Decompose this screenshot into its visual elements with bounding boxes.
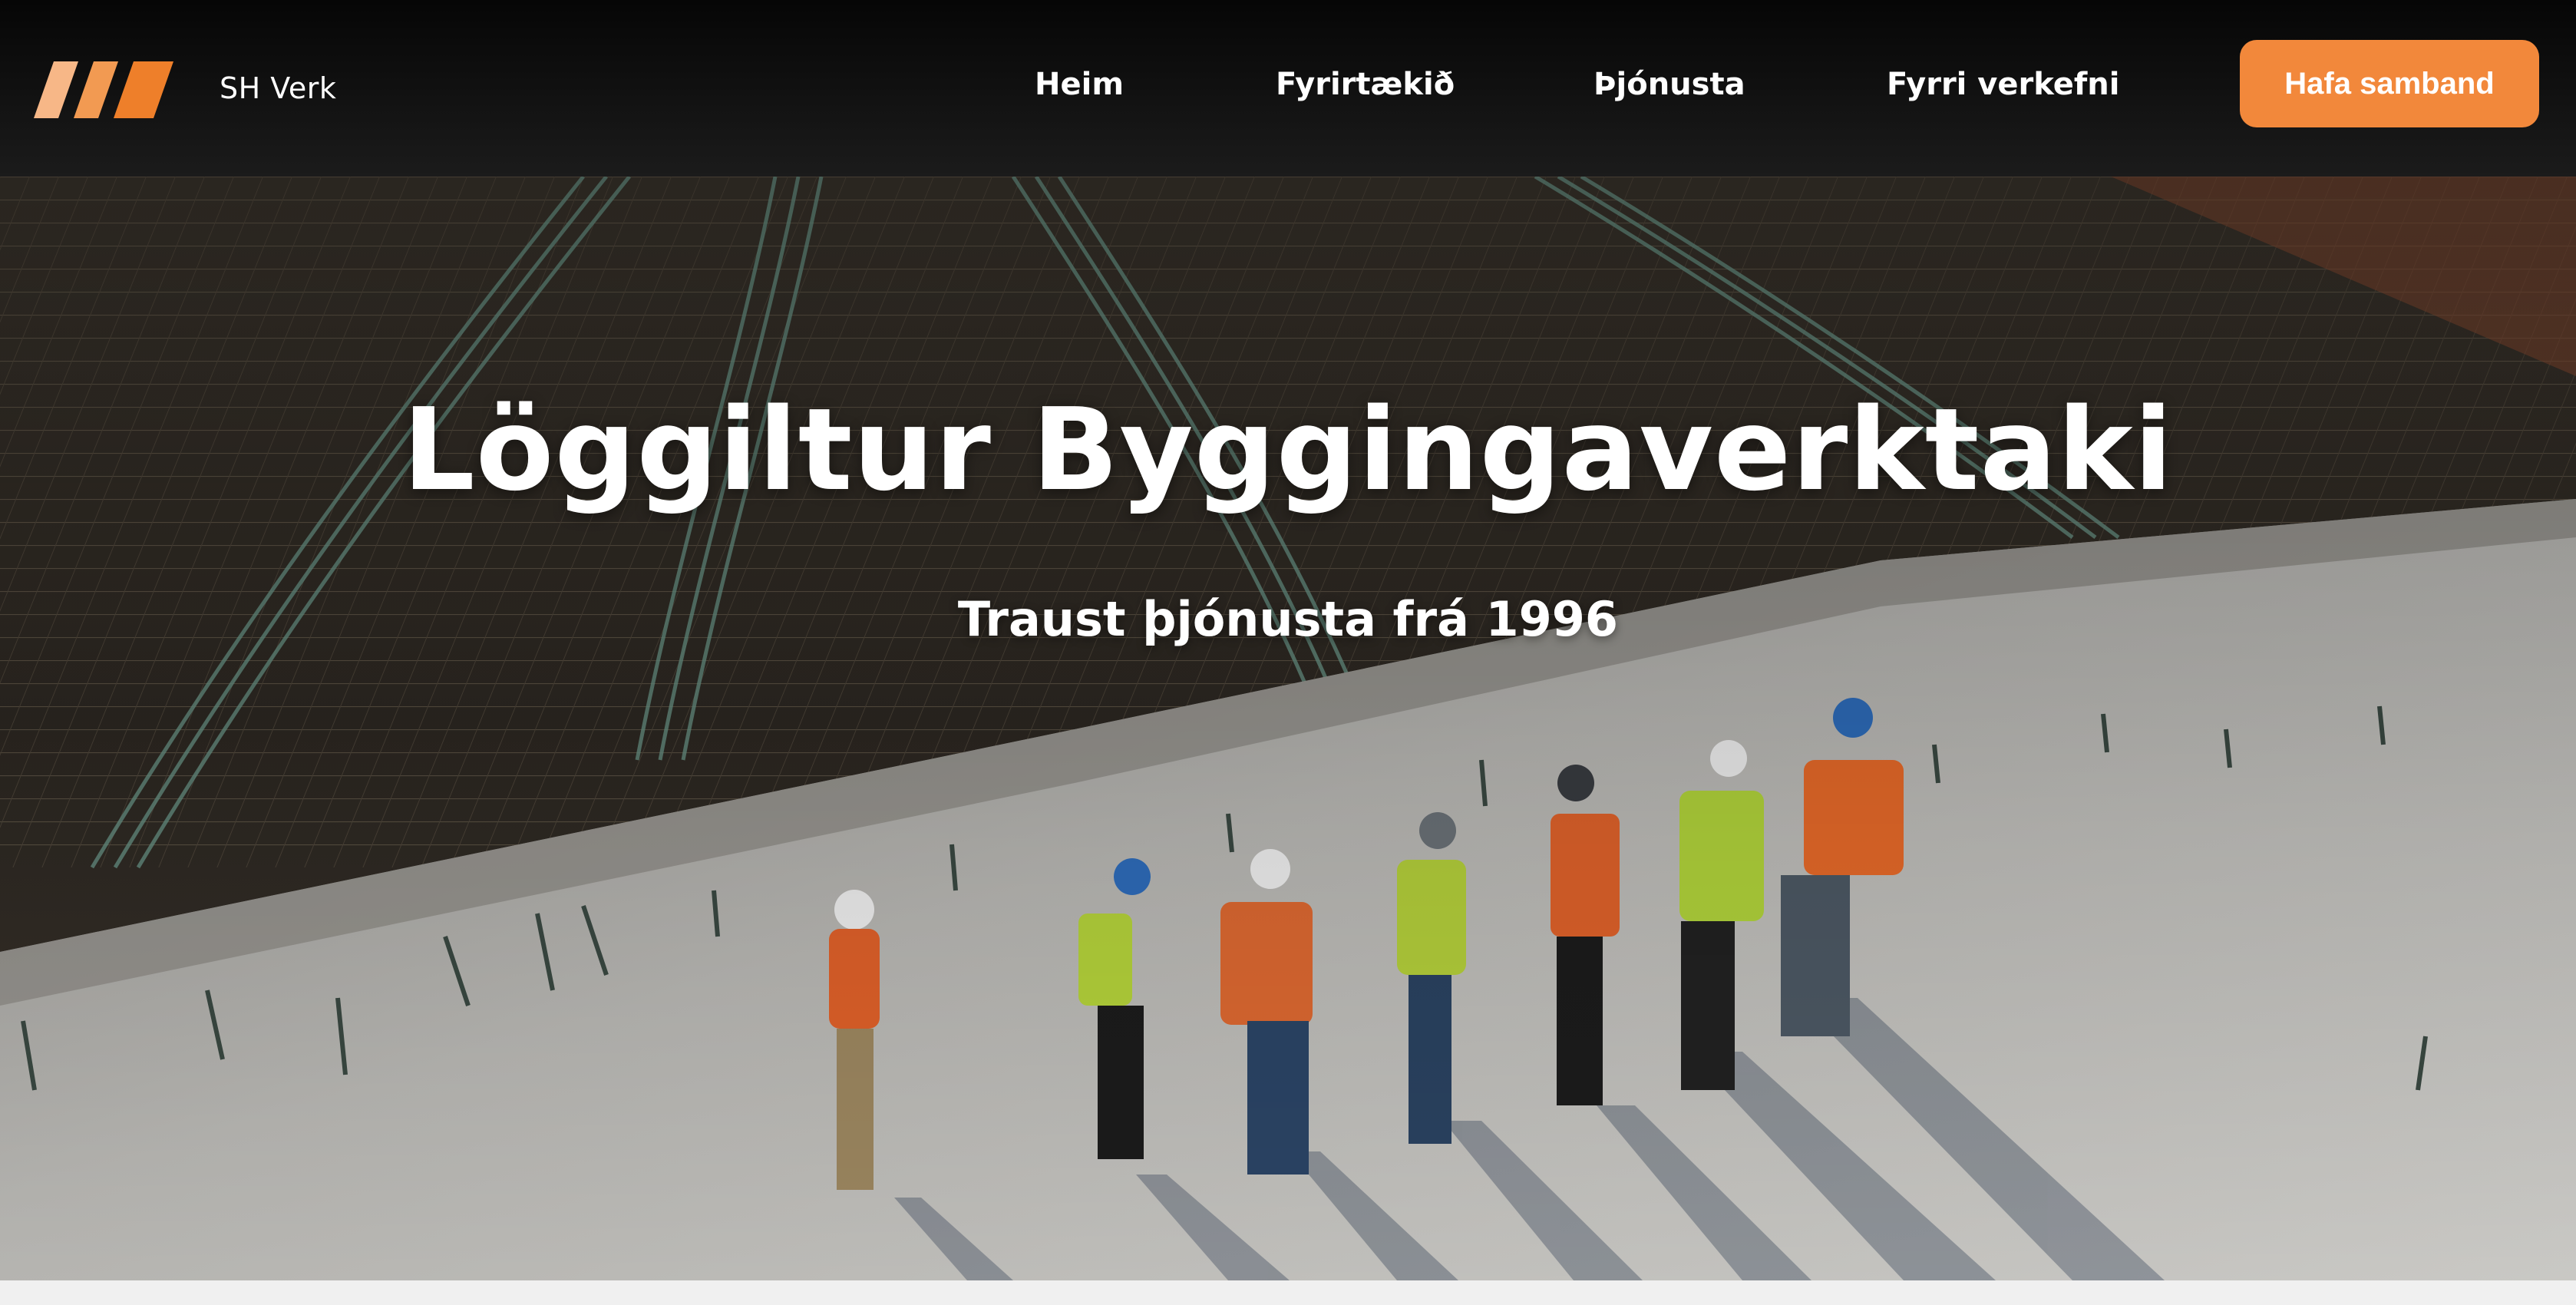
nav-link-fyrri-verkefni[interactable]: Fyrri verkefni — [1887, 60, 2119, 109]
top-navbar: SH Verk Heim Fyrirtækið Þjónusta Fyrri v… — [0, 0, 2576, 177]
logo-icon — [34, 61, 173, 118]
nav-link-thjonusta[interactable]: Þjónusta — [1593, 60, 1745, 109]
hero-title: Löggiltur Byggingaverktaki — [402, 384, 2174, 516]
hero-section: Löggiltur Byggingaverktaki Traust þjónus… — [0, 177, 2576, 1280]
page-bottom-strip — [0, 1280, 2576, 1305]
hero-background-image — [0, 177, 2576, 1280]
hero-subtitle: Traust þjónusta frá 1996 — [957, 591, 1619, 647]
nav-link-heim[interactable]: Heim — [1035, 60, 1124, 109]
brand-name: SH Verk — [220, 71, 337, 105]
contact-button[interactable]: Hafa samband — [2240, 40, 2539, 127]
brand-logo-link[interactable]: SH Verk — [31, 46, 336, 130]
nav-link-fyrirtaekid[interactable]: Fyrirtækið — [1276, 60, 1455, 109]
